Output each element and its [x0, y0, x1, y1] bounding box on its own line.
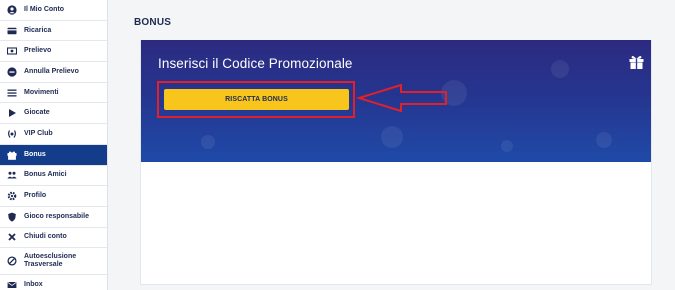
sidebar: Il Mio Conto Ricarica Prelievo Annulla P… [0, 0, 108, 290]
shield-icon [0, 212, 24, 222]
users-icon [0, 170, 24, 180]
sidebar-item-profilo[interactable]: Profilo [0, 186, 107, 207]
sidebar-item-label: Gioco responsabile [24, 212, 89, 220]
play-icon [0, 108, 24, 118]
gear-icon [0, 191, 24, 201]
envelope-icon [0, 280, 24, 290]
minus-circle-icon [0, 67, 24, 77]
x-icon [0, 232, 24, 242]
laurel-icon [0, 129, 24, 139]
sidebar-item-label: Bonus Amici [24, 171, 67, 179]
sidebar-item-il-mio-conto[interactable]: Il Mio Conto [0, 0, 107, 21]
sidebar-item-giocate[interactable]: Giocate [0, 103, 107, 125]
sidebar-item-label: Ricarica [24, 26, 52, 34]
page: Il Mio Conto Ricarica Prelievo Annulla P… [0, 0, 675, 290]
sidebar-item-label: Il Mio Conto [24, 5, 65, 13]
sidebar-item-autoesclusione[interactable]: Autoesclusione Trasversale [0, 248, 107, 276]
sidebar-item-movimenti[interactable]: Movimenti [0, 83, 107, 104]
credit-card-icon [0, 26, 24, 36]
user-circle-icon [0, 5, 24, 15]
bokeh-decoration [201, 135, 215, 149]
gift-icon [0, 150, 24, 160]
sidebar-item-label: Prelievo [24, 47, 52, 55]
list-icon [0, 88, 24, 98]
sidebar-item-label: Profilo [24, 192, 47, 200]
sidebar-item-label: Movimenti [24, 88, 59, 96]
sidebar-item-bonus[interactable]: Bonus [0, 144, 107, 166]
bokeh-decoration [381, 126, 403, 148]
sidebar-item-label: Giocate [24, 109, 50, 117]
gift-icon [629, 56, 644, 69]
money-bill-icon [0, 46, 24, 56]
sidebar-item-gioco-responsabile[interactable]: Gioco responsabile [0, 207, 107, 228]
sidebar-item-chiudi-conto[interactable]: Chiudi conto [0, 228, 107, 249]
sidebar-item-label: Inbox [24, 281, 43, 289]
bokeh-decoration [501, 140, 513, 152]
bokeh-decoration [596, 132, 612, 148]
sidebar-item-label: Autoesclusione Trasversale [24, 253, 77, 269]
sidebar-item-label: Chiudi conto [24, 233, 67, 241]
sidebar-item-prelievo[interactable]: Prelievo [0, 41, 107, 63]
red-arrow-annotation [355, 83, 447, 113]
banner-title: Inserisci il Codice Promozionale [158, 56, 353, 71]
sidebar-item-label: Bonus [24, 150, 46, 158]
bokeh-decoration [551, 60, 569, 78]
sidebar-item-vip-club[interactable]: VIP Club [0, 124, 107, 145]
sidebar-item-bonus-amici[interactable]: Bonus Amici [0, 166, 107, 187]
ban-icon [0, 256, 24, 266]
sidebar-item-inbox[interactable]: Inbox [0, 275, 107, 290]
sidebar-item-ricarica[interactable]: Ricarica [0, 21, 107, 42]
page-title: BONUS [134, 17, 172, 28]
sidebar-item-label: Annulla Prelievo [24, 67, 79, 75]
sidebar-item-annulla-prelievo[interactable]: Annulla Prelievo [0, 62, 107, 83]
redeem-bonus-button[interactable]: RISCATTA BONUS [164, 89, 349, 110]
sidebar-item-label: VIP Club [24, 129, 53, 137]
